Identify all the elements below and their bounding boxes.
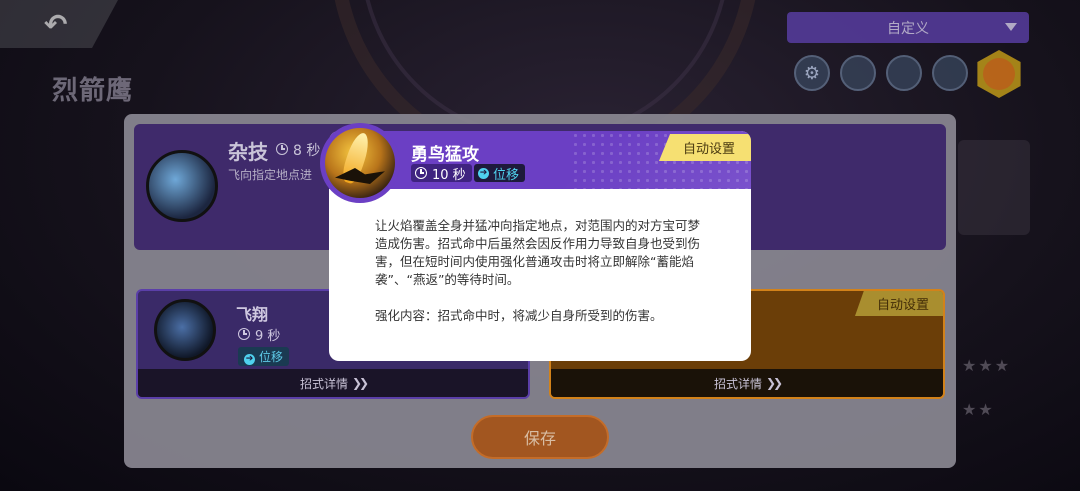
popup-description: 让火焰覆盖全身并猛冲向指定地点，对范围内的对方宝可梦造成伤害。招式命中后虽然会因… xyxy=(375,217,707,325)
move-detail-button[interactable]: 招式详情 ❯❯ xyxy=(551,369,943,397)
gear-icon[interactable]: ⚙ xyxy=(794,55,830,91)
game-screen: ↶ 烈箭鹰 自定义 ⚙ ★★★ ★★ 杂技 8 秒 飞向指定地点进 飞翔 9 秒… xyxy=(0,0,1080,491)
clock-icon xyxy=(238,328,250,340)
move-cooldown: 8 秒 xyxy=(276,140,320,160)
popup-move-tag: ➔ 位移 xyxy=(474,164,526,183)
arrow-right-icon: ➔ xyxy=(244,353,255,365)
auto-set-badge: 自动设置 xyxy=(854,291,943,316)
move-slot-icon-2[interactable] xyxy=(886,55,922,91)
move-avatar xyxy=(154,299,216,361)
unite-move-icon[interactable] xyxy=(977,50,1021,98)
move-icon-row: ⚙ xyxy=(794,55,968,91)
popup-move-avatar xyxy=(320,123,400,203)
chevron-down-icon xyxy=(1005,23,1017,31)
pokemon-name: 烈箭鹰 xyxy=(52,76,134,106)
move-name: 杂技 xyxy=(228,140,268,164)
build-select[interactable]: 自定义 xyxy=(787,12,1029,43)
move-tag: ➔ 位移 xyxy=(238,347,290,366)
build-select-value: 自定义 xyxy=(887,20,929,37)
move-cooldown: 9 秒 xyxy=(238,325,280,344)
move-detail-button[interactable]: 招式详情 ❯❯ xyxy=(138,369,528,397)
move-name: 飞翔 xyxy=(236,305,269,324)
save-button[interactable]: 保存 xyxy=(471,415,609,459)
popup-cooldown: 10 秒 xyxy=(411,164,472,183)
chevron-right-icon: ❯❯ xyxy=(765,376,783,390)
popup-move-name: 勇鸟猛攻 xyxy=(411,145,479,165)
move-avatar xyxy=(146,150,218,222)
back-arrow-icon: ↶ xyxy=(44,8,68,41)
clock-icon xyxy=(276,143,288,155)
rating-stars-icon: ★★★ xyxy=(962,356,1012,375)
chevron-right-icon: ❯❯ xyxy=(351,376,369,390)
held-item-card xyxy=(958,140,1030,235)
clock-icon xyxy=(415,167,427,179)
arrow-right-icon: ➔ xyxy=(478,167,489,179)
move-slot-icon-1[interactable] xyxy=(840,55,876,91)
move-description: 飞向指定地点进 xyxy=(228,168,313,182)
enhance-text: 强化内容：招式命中时，将减少自身所受到的伤害。 xyxy=(375,308,663,323)
rating-stars-icon-2: ★★ xyxy=(962,400,995,419)
move-effect-text: 让火焰覆盖全身并猛冲向指定地点，对范围内的对方宝可梦造成伤害。招式命中后虽然会因… xyxy=(375,218,701,287)
auto-set-badge: 自动设置 xyxy=(658,134,751,161)
move-slot-icon-3[interactable] xyxy=(932,55,968,91)
